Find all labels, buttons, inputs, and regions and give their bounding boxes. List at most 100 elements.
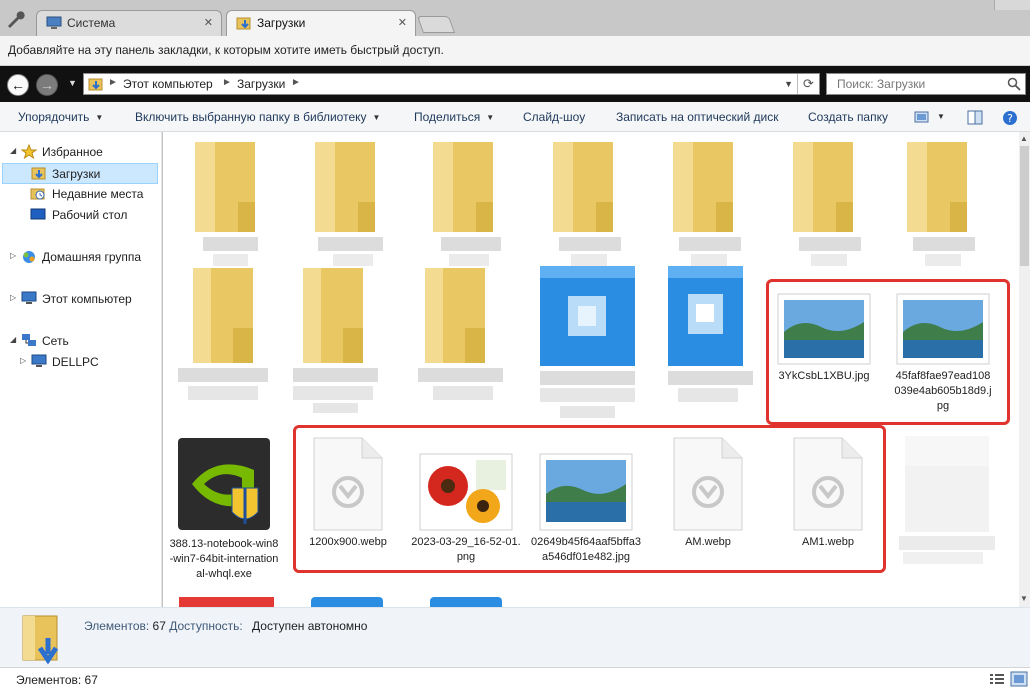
burn-disc-label: Записать на оптический диск xyxy=(616,110,779,124)
nav-homegroup-label: Домашняя группа xyxy=(42,250,142,264)
tab-label: Система xyxy=(67,16,116,30)
status-items-count: Элементов: 67 xyxy=(16,673,98,687)
tab-system[interactable]: Система ✕ xyxy=(36,10,222,36)
nav-homegroup[interactable]: ▷ Домашняя группа xyxy=(10,247,160,268)
scrollbar-thumb[interactable] xyxy=(1020,146,1029,266)
generic-file-icon xyxy=(313,437,383,531)
nav-dellpc[interactable]: ▷ DELLPC xyxy=(20,352,160,373)
downloads-folder-icon xyxy=(236,17,251,30)
file-name: AM.webp xyxy=(685,536,731,548)
breadcrumb-downloads[interactable]: Загрузки xyxy=(237,77,285,91)
refresh-button[interactable]: ⟳ xyxy=(797,74,819,94)
blurred-file-item[interactable] xyxy=(179,597,274,607)
help-icon[interactable]: ? xyxy=(1002,110,1018,126)
homegroup-icon xyxy=(23,251,35,263)
blurred-file-item[interactable] xyxy=(311,597,383,607)
blurred-folder-item[interactable] xyxy=(541,142,641,275)
share-button[interactable]: Поделиться ▼ xyxy=(414,110,494,124)
new-tab-button[interactable] xyxy=(416,16,456,33)
blurred-folder-item[interactable] xyxy=(895,142,995,275)
blurred-folder-item[interactable] xyxy=(413,268,513,421)
blurred-folder-item[interactable] xyxy=(183,142,283,275)
file-item-webp[interactable]: 1200x900.webp xyxy=(293,436,403,550)
file-item-exe[interactable]: 388.13-notebook-win8-win7-64bit-internat… xyxy=(169,436,279,582)
scroll-down-icon[interactable]: ▼ xyxy=(1020,594,1028,603)
scroll-up-icon[interactable]: ▲ xyxy=(1020,134,1028,143)
chevron-down-icon[interactable]: ▼ xyxy=(937,112,945,121)
file-name: 1200x900.webp xyxy=(309,536,387,548)
generic-file-icon xyxy=(793,437,863,531)
blurred-folder-item[interactable] xyxy=(303,142,403,275)
chevron-down-icon[interactable]: ▼ xyxy=(784,79,793,89)
back-button[interactable]: ← xyxy=(7,74,29,96)
breadcrumb-this-computer[interactable]: Этот компьютер xyxy=(123,77,213,91)
collapsed-triangle-icon[interactable]: ▷ xyxy=(10,293,16,302)
expanded-triangle-icon[interactable]: ◢ xyxy=(10,335,16,344)
nav-favorites[interactable]: ◢ Избранное xyxy=(10,142,160,163)
nav-network[interactable]: ◢ Сеть xyxy=(10,331,160,352)
address-field[interactable]: ► Этот компьютер ► Загрузки ► ▼ ⟳ xyxy=(83,73,820,95)
file-name: 02649b45f64aaf5bffa3a546df01e482.jpg xyxy=(531,536,641,563)
organize-button[interactable]: Упорядочить ▼ xyxy=(18,110,103,124)
desktop-icon xyxy=(30,208,46,220)
computer-icon xyxy=(21,291,37,304)
blurred-folder-item[interactable] xyxy=(288,268,388,421)
change-view-icon[interactable] xyxy=(914,110,930,124)
availability-value: Доступен автономно xyxy=(252,619,368,633)
file-name: 388.13-notebook-win8-win7-64bit-internat… xyxy=(169,538,279,580)
close-icon[interactable]: ✕ xyxy=(398,16,407,29)
blurred-folder-item[interactable] xyxy=(173,268,273,421)
chevron-down-icon: ▼ xyxy=(486,113,495,122)
file-item-image[interactable]: 3YkCsbL1XBU.jpg xyxy=(769,292,879,384)
chevron-right-icon[interactable]: ► xyxy=(108,77,118,88)
blurred-folder-item[interactable] xyxy=(781,142,881,275)
window-close-button[interactable] xyxy=(994,0,1030,10)
search-input[interactable]: Поиск: Загрузки xyxy=(826,73,1026,95)
preview-pane-icon[interactable] xyxy=(967,110,983,125)
nav-item-desktop[interactable]: Рабочий стол xyxy=(30,205,160,226)
blurred-app-item[interactable] xyxy=(663,266,768,419)
large-icons-view-icon[interactable] xyxy=(1010,671,1028,687)
nav-item-recent[interactable]: Недавние места xyxy=(30,184,160,205)
chevron-right-icon[interactable]: ► xyxy=(291,77,301,88)
file-item-image[interactable]: 45faf8fae97ead108039e4ab605b18d9.jpg xyxy=(893,292,993,414)
file-name: 2023-03-29_16-52-01.png xyxy=(411,536,521,563)
file-name: 45faf8fae97ead108039e4ab605b18d9.jpg xyxy=(894,370,992,412)
expanded-triangle-icon[interactable]: ◢ xyxy=(10,146,16,155)
search-icon[interactable] xyxy=(1007,77,1021,91)
file-item-png[interactable]: 2023-03-29_16-52-01.png xyxy=(411,436,521,565)
blurred-app-item[interactable] xyxy=(535,266,640,429)
slideshow-button[interactable]: Слайд-шоу xyxy=(523,110,585,124)
forward-button[interactable]: → xyxy=(36,74,58,96)
vertical-scrollbar[interactable]: ▲ ▼ xyxy=(1019,132,1030,607)
status-bar: Элементов: 67 xyxy=(0,667,1030,690)
new-folder-button[interactable]: Создать папку xyxy=(808,110,888,124)
file-item-webp[interactable]: AM.webp xyxy=(653,436,763,550)
landscape-thumbnail-icon xyxy=(896,293,990,365)
include-library-button[interactable]: Включить выбранную папку в библиотеку ▼ xyxy=(135,110,380,124)
burn-disc-button[interactable]: Записать на оптический диск xyxy=(616,110,779,124)
blurred-file-item[interactable] xyxy=(893,436,1003,569)
chevron-right-icon[interactable]: ► xyxy=(222,77,232,88)
nav-downloads-label: Загрузки xyxy=(52,167,101,181)
blurred-folder-item[interactable] xyxy=(421,142,521,275)
downloads-folder-icon xyxy=(31,167,46,180)
recent-pages-dropdown[interactable]: ▼ xyxy=(68,78,77,88)
nav-dellpc-label: DELLPC xyxy=(52,355,99,369)
nav-this-computer[interactable]: ▷ Этот компьютер xyxy=(10,289,160,310)
details-view-icon[interactable] xyxy=(988,671,1006,687)
file-item-webp[interactable]: AM1.webp xyxy=(773,436,883,550)
close-icon[interactable]: ✕ xyxy=(204,16,213,29)
chevron-down-icon: ▼ xyxy=(95,113,104,122)
wrench-icon[interactable] xyxy=(4,8,26,30)
file-name: AM1.webp xyxy=(802,536,854,548)
system-icon xyxy=(46,16,62,29)
blurred-file-item[interactable] xyxy=(430,597,502,607)
downloads-folder-icon xyxy=(22,615,59,665)
blurred-folder-item[interactable] xyxy=(661,142,761,275)
nav-item-downloads[interactable]: Загрузки xyxy=(2,163,158,184)
collapsed-triangle-icon[interactable]: ▷ xyxy=(20,356,26,365)
tab-downloads[interactable]: Загрузки ✕ xyxy=(226,10,416,36)
collapsed-triangle-icon[interactable]: ▷ xyxy=(10,251,16,260)
file-item-image[interactable]: 02649b45f64aaf5bffa3a546df01e482.jpg xyxy=(531,436,641,565)
